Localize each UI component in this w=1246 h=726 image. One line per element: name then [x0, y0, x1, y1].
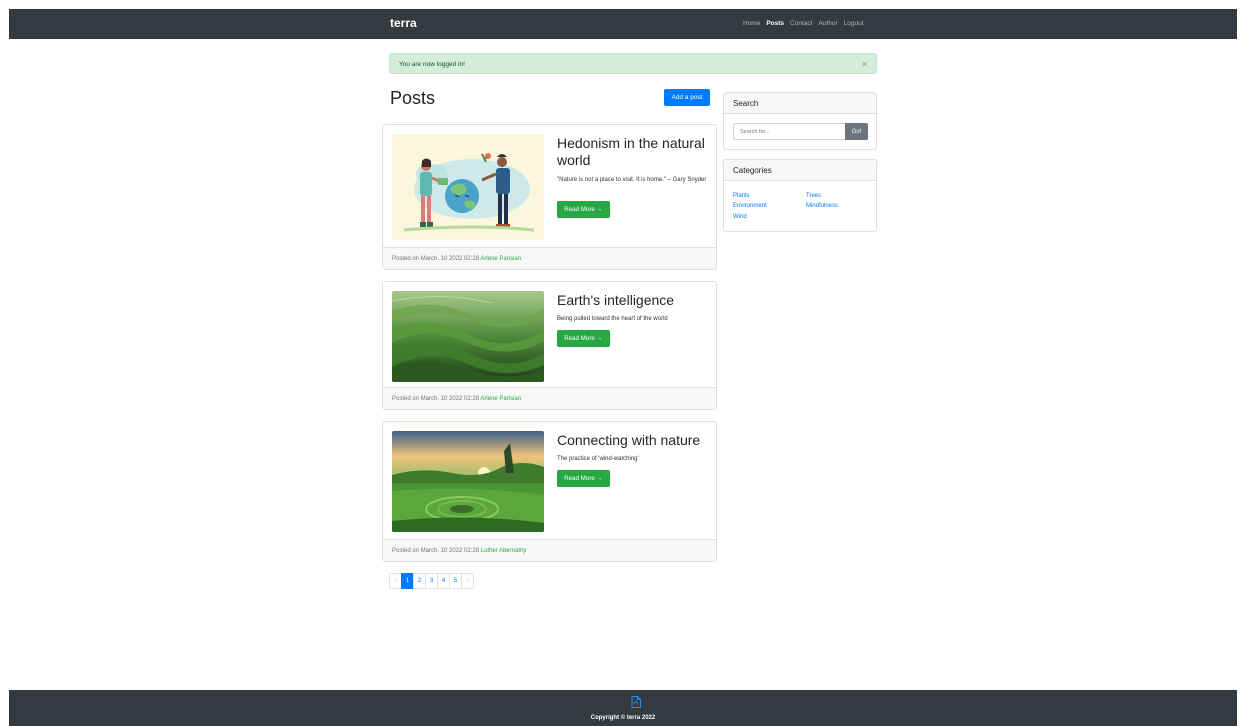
post-author-link[interactable]: Luther Abernathy — [481, 548, 527, 554]
categories-widget: Categories Plants Trees Environment Mind… — [723, 159, 877, 232]
brand-logo[interactable]: terra — [390, 16, 417, 30]
category-link-environment[interactable]: Environment — [733, 203, 767, 209]
post-excerpt: "Nature is not a place to visit. It is h… — [557, 177, 707, 183]
nav-links: Home Posts Contact Author Logout — [743, 20, 864, 27]
alert-message: You are now logged in! — [399, 61, 465, 68]
read-more-button[interactable]: Read More → — [557, 330, 610, 347]
post-excerpt: The practice of 'wind-watching' — [557, 456, 639, 462]
post-image[interactable] — [392, 134, 544, 240]
nav-logout[interactable]: Logout — [844, 20, 864, 27]
category-link-trees[interactable]: Trees — [806, 193, 821, 199]
post-title[interactable]: Earth's intelligence — [557, 292, 715, 309]
post-footer: Posted on March. 10 2022 02:28 Arlene Pa… — [383, 247, 716, 269]
post-footer: Posted on March. 10 2022 02:28 Luther Ab… — [383, 539, 716, 561]
search-go-button[interactable]: Go! — [845, 123, 868, 140]
footer-copyright: Copyright © terra 2022 — [590, 715, 656, 721]
post-image[interactable] — [392, 291, 544, 382]
pagination: ‹ 1 2 3 4 5 › — [389, 573, 474, 589]
nav-author[interactable]: Author — [818, 20, 837, 27]
post-title[interactable]: Hedonism in the natural world — [557, 135, 715, 169]
post-date: Posted on March. 10 2022 02:28 — [392, 256, 480, 262]
nav-home[interactable]: Home — [743, 20, 760, 27]
alert-close-button[interactable]: × — [862, 59, 867, 69]
post-author-link[interactable]: Arlene Parisian — [480, 256, 521, 262]
navbar: terra Home Posts Contact Author Logout — [9, 9, 1237, 39]
post-footer: Posted on March. 10 2022 02:28 Arlene Pa… — [383, 387, 716, 409]
category-link-wind[interactable]: Wind — [733, 214, 747, 220]
post-excerpt: Being pulled toward the heart of the wor… — [557, 316, 668, 322]
post-title[interactable]: Connecting with nature — [557, 432, 715, 449]
file-icon — [631, 696, 641, 708]
post-card: Hedonism in the natural world "Nature is… — [382, 124, 717, 270]
post-author-link[interactable]: Arlene Parisian — [480, 396, 521, 402]
nav-contact[interactable]: Contact — [790, 20, 812, 27]
post-image[interactable] — [392, 431, 544, 532]
add-post-button[interactable]: Add a post — [664, 89, 710, 106]
search-widget: Search Search for... Go! — [723, 92, 877, 150]
categories-widget-title: Categories — [724, 160, 876, 181]
page-title: Posts — [390, 88, 436, 108]
login-alert: You are now logged in! × — [389, 53, 877, 74]
category-link-mindfulness[interactable]: Mindfulness — [806, 203, 838, 209]
post-date: Posted on March. 10 2022 02:28 — [392, 396, 480, 402]
read-more-button[interactable]: Read More → — [557, 201, 610, 218]
search-widget-title: Search — [724, 93, 876, 114]
post-date: Posted on March. 10 2022 02:28 — [392, 548, 480, 554]
post-card: Earth's intelligence Being pulled toward… — [382, 281, 717, 410]
post-card: Connecting with nature The practice of '… — [382, 421, 717, 562]
read-more-button[interactable]: Read More → — [557, 470, 610, 487]
footer: Copyright © terra 2022 — [9, 690, 1237, 726]
search-input[interactable]: Search for... — [733, 123, 846, 140]
category-link-plants[interactable]: Plants — [733, 193, 750, 199]
page-next-button[interactable]: › — [461, 573, 474, 589]
nav-posts[interactable]: Posts — [766, 20, 784, 27]
